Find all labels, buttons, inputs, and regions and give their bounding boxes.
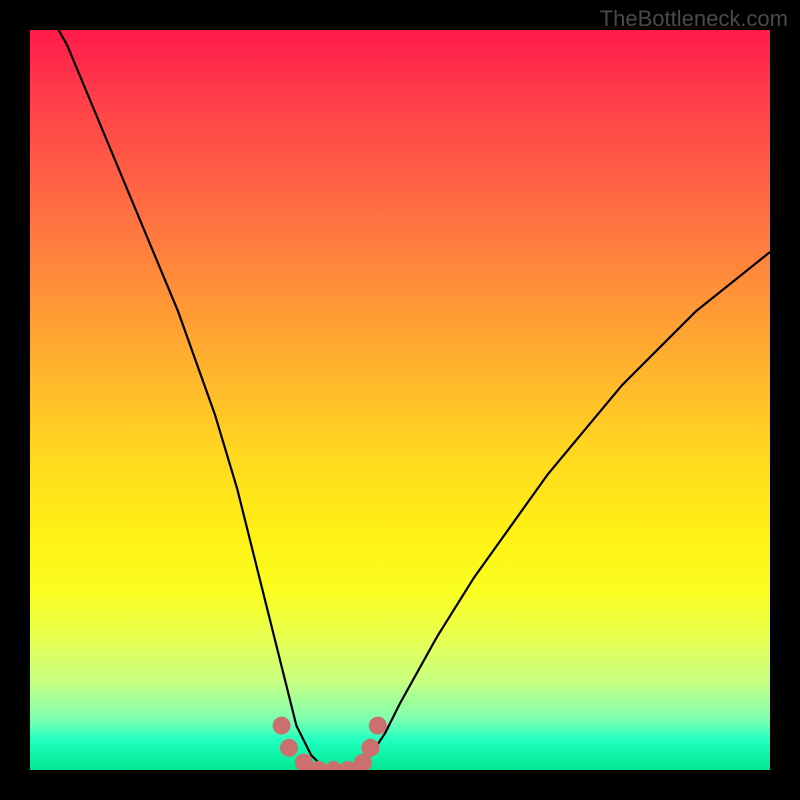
chart-area: [30, 30, 770, 770]
bottleneck-curve-line: [30, 30, 770, 770]
watermark-text: TheBottleneck.com: [600, 6, 788, 32]
bottleneck-chart: [30, 30, 770, 770]
highlight-markers: [273, 717, 387, 770]
marker-dot: [369, 717, 387, 735]
marker-dot: [273, 717, 291, 735]
marker-dot: [280, 739, 298, 757]
marker-dot: [361, 739, 379, 757]
